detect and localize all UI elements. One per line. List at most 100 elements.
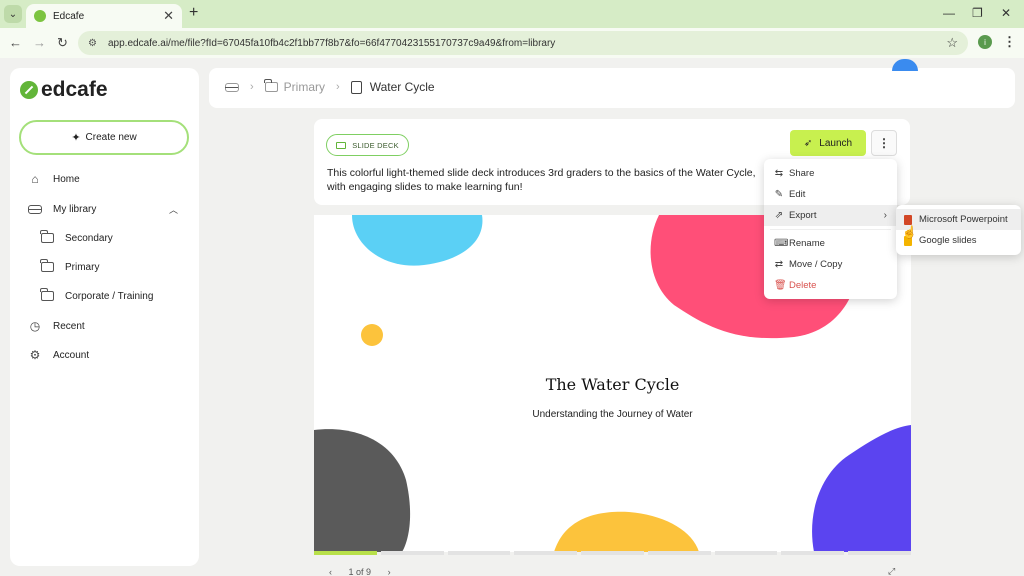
tab-search-button[interactable]: ⌄ (4, 5, 22, 23)
slide-progress-segment[interactable] (314, 551, 377, 555)
folder-icon-wrap (40, 259, 54, 274)
sidebar-item-label: Corporate / Training (65, 290, 154, 302)
menu-item-rename[interactable]: ⌨ Rename (764, 233, 897, 254)
more-options-menu: ⇆ Share ✎ Edit ⇗ Export › ⌨ Rename ⇄ Mov… (764, 159, 897, 299)
fullscreen-icon[interactable]: ⤢ (888, 566, 895, 576)
url-text: app.edcafe.ai/me/file?fId=67045fa10fb4c2… (108, 37, 556, 49)
breadcrumb-separator-icon: › (336, 81, 340, 93)
yellow-blob (554, 511, 699, 552)
address-bar-row: ← → ↻ ⚙ app.edcafe.ai/me/file?fId=67045f… (0, 28, 1024, 58)
clock-icon: ◷ (29, 319, 41, 333)
menu-item-delete[interactable]: 🗑︎ Delete (764, 275, 897, 296)
forward-icon[interactable]: → (33, 36, 46, 49)
browser-tab[interactable]: Edcafe ✕ (26, 4, 182, 28)
menu-divider (770, 229, 891, 230)
folder-icon-wrap (40, 230, 54, 245)
create-new-button[interactable]: ✦ Create new (19, 120, 189, 155)
folder-icon (264, 79, 278, 92)
submenu-item-label: Microsoft Powerpoint (919, 214, 1008, 225)
slide-progress-segment[interactable] (380, 551, 444, 555)
menu-item-move-copy[interactable]: ⇄ Move / Copy (764, 254, 897, 275)
sidebar-item-label: Recent (53, 320, 85, 332)
slide-progress (314, 551, 912, 555)
slide-progress-segment[interactable] (581, 551, 644, 555)
yellow-dot (361, 324, 383, 346)
slide-progress-segment[interactable] (647, 551, 711, 555)
chevron-up-icon[interactable]: ︿ (169, 203, 178, 216)
trash-icon: 🗑︎ (774, 280, 787, 291)
gear-icon: ⚙ (29, 348, 41, 362)
slide-progress-segment[interactable] (714, 551, 778, 555)
deck-description: This colorful light-themed slide deck in… (327, 167, 756, 193)
sidebar-item-recent[interactable]: ◷ Recent (28, 319, 85, 333)
gray-blob (314, 429, 411, 552)
external-link-icon: ⇗ (774, 210, 784, 221)
home-icon: ⌂ (31, 172, 39, 186)
menu-item-share[interactable]: ⇆ Share (764, 163, 897, 184)
document-icon (350, 80, 362, 94)
library-icon-wrap (28, 202, 42, 216)
profile-avatar[interactable]: i (978, 35, 992, 49)
window-close-icon[interactable]: ✕ (1001, 6, 1011, 20)
sidebar-item-home[interactable]: ⌂ Home (28, 172, 80, 186)
reload-icon[interactable]: ↻ (57, 36, 68, 49)
site-info-icon[interactable]: ⚙ (88, 38, 100, 49)
breadcrumb: › Primary › Water Cycle (225, 79, 435, 94)
restore-icon[interactable]: ❐ (972, 6, 983, 20)
minimize-icon[interactable]: — (943, 6, 955, 20)
slide-progress-segment[interactable] (447, 551, 511, 555)
sidebar-item-label: Primary (65, 261, 100, 273)
help-bubble-button[interactable] (892, 59, 918, 71)
browser-tab-strip: ⌄ Edcafe ✕ + — ❐ ✕ (0, 0, 1024, 28)
slide-title: The Water Cycle (545, 375, 680, 394)
sidebar-item-account[interactable]: ⚙ Account (28, 348, 90, 362)
breadcrumb-current: Water Cycle (369, 80, 435, 94)
sidebar-item-label: Home (53, 173, 80, 185)
bookmark-star-icon[interactable]: ☆ (946, 35, 958, 51)
swap-arrows-icon: ⇄ (774, 259, 784, 270)
prev-slide-icon[interactable]: ‹ (329, 567, 332, 576)
menu-item-export[interactable]: ⇗ Export › (764, 205, 897, 226)
breadcrumb-separator-icon: › (250, 81, 254, 93)
library-icon (28, 204, 42, 214)
tab-title: Edcafe (53, 10, 85, 22)
breadcrumb-bar: › Primary › Water Cycle (209, 68, 1015, 108)
create-new-label: Create new (85, 132, 137, 143)
rocket-icon: ➶ (803, 137, 813, 149)
slide-subtitle: Understanding the Journey of Water (532, 409, 693, 420)
sparkle-icon: ✦ (71, 132, 81, 144)
slide-progress-segment[interactable] (781, 551, 845, 555)
slide-pager[interactable]: ‹ 1 of 9 › (329, 567, 391, 576)
more-options-button[interactable]: ⋮ (871, 130, 897, 156)
slide-progress-segment[interactable] (514, 551, 578, 555)
menu-item-edit[interactable]: ✎ Edit (764, 184, 897, 205)
rename-icon: ⌨ (774, 238, 789, 249)
sidebar-item-label: My library (53, 203, 97, 215)
slide-deck-badge: SLIDE DECK (326, 134, 409, 156)
back-icon[interactable]: ← (9, 36, 22, 49)
sidebar-item-primary[interactable]: Primary (40, 259, 100, 274)
hand-cursor-icon: ☝ (902, 225, 917, 239)
new-tab-button[interactable]: + (189, 5, 198, 21)
breadcrumb-folder[interactable]: Primary (284, 80, 325, 94)
sidebar-item-label: Secondary (65, 232, 113, 244)
menu-item-label: Share (789, 168, 815, 179)
logo-leaf-icon (20, 81, 38, 99)
sidebar-item-secondary[interactable]: Secondary (40, 230, 113, 245)
next-slide-icon[interactable]: › (388, 567, 391, 576)
tab-close-icon[interactable]: ✕ (163, 9, 174, 22)
url-field[interactable]: ⚙ app.edcafe.ai/me/file?fId=67045fa10fb4… (78, 31, 968, 55)
menu-item-label: Export (789, 210, 817, 221)
edcafe-favicon-icon (34, 10, 46, 22)
purple-blob (812, 425, 911, 552)
logo-text: edcafe (41, 78, 108, 101)
slide-progress-segment[interactable] (848, 551, 912, 555)
sidebar-item-corporate-training[interactable]: Corporate / Training (40, 288, 154, 303)
launch-button[interactable]: ➶ Launch (790, 130, 866, 156)
browser-menu-icon[interactable]: ⋮ (1003, 34, 1016, 50)
library-icon[interactable] (225, 82, 239, 92)
blue-blob (352, 215, 483, 266)
sidebar-item-my-library[interactable]: My library ︿ (28, 202, 178, 216)
edcafe-logo[interactable]: edcafe (20, 78, 108, 102)
folder-icon-wrap (40, 288, 54, 303)
